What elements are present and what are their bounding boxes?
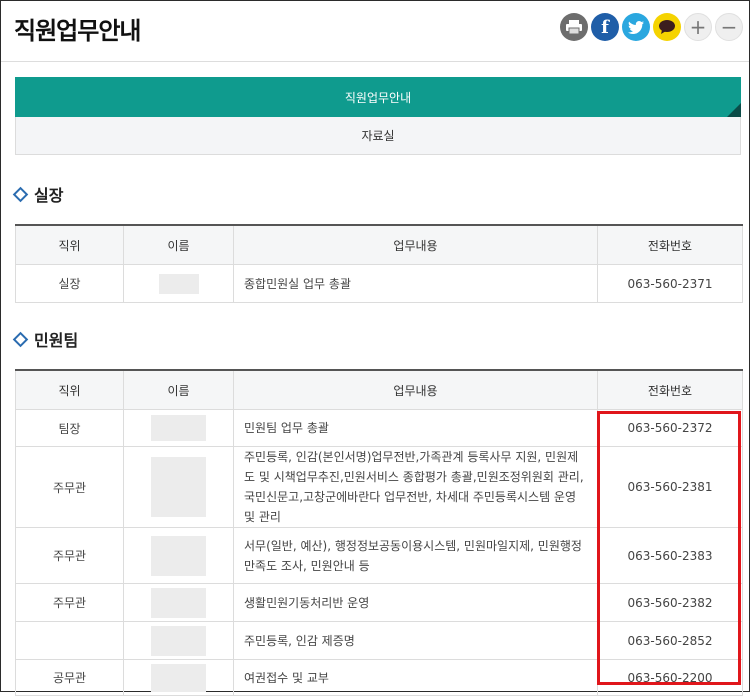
cell-phone: 063-560-2371 (597, 264, 743, 303)
cell-name-redacted (123, 446, 234, 528)
cell-name-redacted (123, 527, 234, 584)
cell-position: 팀장 (15, 409, 124, 447)
section-title-text: 민원팀 (34, 331, 79, 350)
section-title-director: 실장 (12, 182, 64, 206)
cell-duty: 주민등록, 인감(본인서명)업무전반,가족관계 등록사무 지원, 민원제도 및 … (233, 446, 598, 528)
cell-phone: 063-560-2852 (597, 621, 743, 660)
section-title-civil-team: 민원팀 (12, 327, 79, 351)
facebook-icon[interactable]: f (591, 13, 619, 41)
header-phone: 전화번호 (597, 369, 743, 410)
cell-duty: 생활민원기동처리반 운영 (233, 583, 598, 622)
page-title: 직원업무안내 (14, 17, 141, 45)
cell-position: 주무관 (15, 446, 124, 528)
cell-name-redacted (123, 583, 234, 622)
director-table: 직위 이름 업무내용 전화번호 실장 종합민원실 업무 총괄 063-560-2… (15, 224, 743, 303)
cell-position: 공무관 (15, 659, 124, 696)
cell-phone: 063-560-2382 (597, 583, 743, 622)
cell-position (15, 621, 124, 660)
section-title-text: 실장 (34, 186, 64, 205)
cell-name-redacted (123, 659, 234, 696)
header-position: 직위 (15, 224, 124, 265)
table-row: 주무관 서무(일반, 예산), 행정정보공동이용시스템, 민원마일지제, 민원행… (15, 527, 743, 584)
print-icon[interactable] (560, 13, 588, 41)
header-name: 이름 (123, 369, 234, 410)
table-row: 공무관 여권접수 및 교부 063-560-2200 (15, 659, 743, 696)
cell-duty: 민원팀 업무 총괄 (233, 409, 598, 447)
twitter-icon[interactable] (622, 13, 650, 41)
header-position: 직위 (15, 369, 124, 410)
table-row: 실장 종합민원실 업무 총괄 063-560-2371 (15, 264, 743, 303)
tab-staff-guide[interactable]: 직원업무안내 (15, 77, 741, 117)
tab-resources[interactable]: 자료실 (15, 117, 741, 155)
cell-position: 주무관 (15, 527, 124, 584)
table-header-row: 직위 이름 업무내용 전화번호 (15, 224, 743, 265)
sub-nav-tabs: 직원업무안내 자료실 (15, 77, 741, 155)
cell-name-redacted (123, 409, 234, 447)
header-phone: 전화번호 (597, 224, 743, 265)
cell-duty: 종합민원실 업무 총괄 (233, 264, 598, 303)
table-row: 주무관 생활민원기동처리반 운영 063-560-2382 (15, 583, 743, 622)
zoom-in-button[interactable]: + (684, 13, 712, 41)
share-toolbar: f + − (560, 13, 743, 41)
cell-name-redacted (123, 264, 234, 303)
cell-phone: 063-560-2383 (597, 527, 743, 584)
cell-duty: 주민등록, 인감 제증명 (233, 621, 598, 660)
header-duty: 업무내용 (233, 369, 598, 410)
kakaotalk-icon[interactable] (653, 13, 681, 41)
cell-position: 실장 (15, 264, 124, 303)
page-header: 직원업무안내 f + − (1, 1, 749, 62)
bullet-diamond-icon (12, 331, 29, 347)
cell-phone: 063-560-2200 (597, 659, 743, 696)
table-row: 주민등록, 인감 제증명 063-560-2852 (15, 621, 743, 660)
civil-team-table: 직위 이름 업무내용 전화번호 팀장 민원팀 업무 총괄 063-560-237… (15, 369, 743, 696)
cell-phone: 063-560-2381 (597, 446, 743, 528)
cell-name-redacted (123, 621, 234, 660)
cell-duty: 여권접수 및 교부 (233, 659, 598, 696)
zoom-out-button[interactable]: − (715, 13, 743, 41)
table-row: 팀장 민원팀 업무 총괄 063-560-2372 (15, 409, 743, 447)
table-row: 주무관 주민등록, 인감(본인서명)업무전반,가족관계 등록사무 지원, 민원제… (15, 446, 743, 528)
cell-phone: 063-560-2372 (597, 409, 743, 447)
cell-position: 주무관 (15, 583, 124, 622)
bullet-diamond-icon (12, 186, 29, 202)
header-name: 이름 (123, 224, 234, 265)
table-header-row: 직위 이름 업무내용 전화번호 (15, 369, 743, 410)
cell-duty: 서무(일반, 예산), 행정정보공동이용시스템, 민원마일지제, 민원행정만족도… (233, 527, 598, 584)
header-duty: 업무내용 (233, 224, 598, 265)
